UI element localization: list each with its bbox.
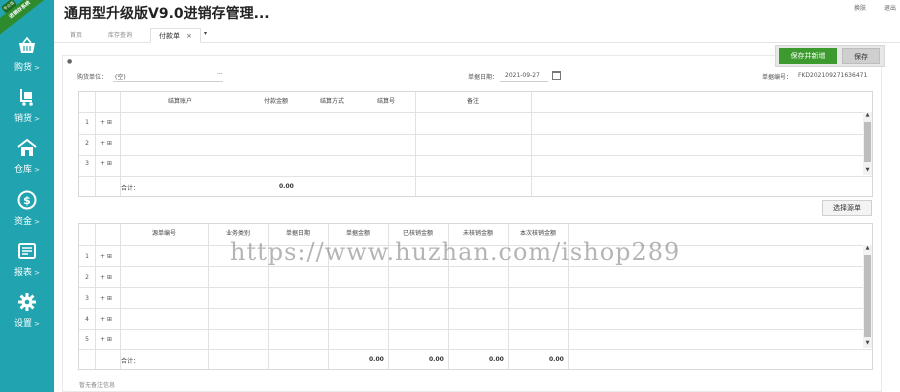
chevron-right-icon: > bbox=[34, 64, 40, 72]
tab-payment[interactable]: 付款单 × bbox=[150, 28, 201, 43]
col-remark: 备注 bbox=[466, 98, 479, 105]
scroll-up-icon[interactable]: ▲ bbox=[863, 112, 872, 118]
sum-outstanding: 0.00 bbox=[489, 356, 504, 363]
row-number: 2 bbox=[85, 140, 89, 147]
footer-note: 暂无备注信息 bbox=[79, 382, 116, 389]
sidebar-item-label: 购货 bbox=[14, 63, 33, 73]
date-field[interactable]: 2021-09-27 bbox=[505, 72, 540, 79]
sidebar-item-settings[interactable]: 设置 > bbox=[0, 292, 54, 342]
row-number: 4 bbox=[85, 316, 89, 323]
col-pay-amount: 付款金额 bbox=[263, 98, 288, 105]
panel-dot: ● bbox=[67, 58, 73, 65]
scrollbar[interactable]: ▲ ▼ bbox=[863, 245, 872, 348]
row-add-copy-icons[interactable]: + ⊞ bbox=[100, 274, 112, 281]
col-account: 结算账户 bbox=[167, 98, 192, 105]
chevron-right-icon: > bbox=[34, 166, 40, 174]
chevron-right-icon: > bbox=[34, 115, 40, 123]
scrollbar[interactable]: ▲ ▼ bbox=[863, 112, 872, 175]
scroll-thumb[interactable] bbox=[864, 122, 871, 162]
date-label: 单据日期： bbox=[468, 74, 499, 81]
chevron-right-icon: > bbox=[34, 320, 40, 328]
row-number: 3 bbox=[85, 160, 89, 167]
chevron-right-icon: > bbox=[34, 218, 40, 226]
sidebar: 进销存系统 专业版 购货 > 销货 > 仓库 > $ 资金 > 报表 > 设置 > bbox=[0, 0, 54, 392]
tab-home[interactable]: 首页 bbox=[62, 28, 90, 43]
sidebar-item-label: 仓库 bbox=[14, 165, 33, 175]
save-and-new-button[interactable]: 保存并新增 bbox=[779, 48, 837, 64]
logout-link[interactable]: 退出 bbox=[884, 5, 896, 12]
col-settle-method: 结算方式 bbox=[319, 98, 344, 105]
sum-written-off: 0.00 bbox=[429, 356, 444, 363]
cart-icon bbox=[20, 89, 33, 106]
tab-label: 付款单 bbox=[159, 32, 180, 40]
sum-this-writeoff: 0.00 bbox=[549, 356, 564, 363]
row-number: 2 bbox=[85, 274, 89, 281]
watermark: https://www.huzhan.com/ishop289 bbox=[230, 238, 681, 266]
select-source-bills-button[interactable]: 选择源单 bbox=[822, 200, 872, 216]
supplier-field[interactable]: (空) bbox=[115, 72, 126, 81]
chevron-right-icon: > bbox=[34, 269, 40, 277]
calendar-icon[interactable] bbox=[552, 71, 561, 80]
date-underline bbox=[500, 81, 548, 82]
sidebar-item-label: 报表 bbox=[14, 268, 33, 278]
tab-bar: 首页 库存查询 付款单 × ▾ bbox=[54, 26, 900, 43]
top-links: 换肤 退出 bbox=[838, 3, 896, 12]
sum-pay-amount: 0.00 bbox=[279, 183, 294, 190]
basket-icon bbox=[19, 36, 35, 53]
dollar-icon: $ bbox=[17, 190, 37, 210]
row-number: 5 bbox=[85, 336, 89, 343]
warehouse-icon bbox=[17, 138, 37, 156]
supplier-underline bbox=[113, 81, 223, 82]
scroll-down-icon[interactable]: ▼ bbox=[863, 167, 872, 173]
sidebar-item-label: 资金 bbox=[14, 217, 33, 227]
row-add-copy-icons[interactable]: + ⊞ bbox=[100, 119, 112, 126]
settle-table: 结算账户 付款金额 结算方式 结算号 备注 1 + ⊞ 2 + ⊞ 3 + ⊞ … bbox=[78, 91, 873, 197]
gear-icon bbox=[18, 293, 36, 311]
scroll-down-icon[interactable]: ▼ bbox=[863, 340, 872, 346]
doc-no-label: 单据编号： bbox=[762, 74, 793, 81]
col-source-no: 源单编号 bbox=[151, 230, 176, 237]
sidebar-item-funds[interactable]: $ 资金 > bbox=[0, 190, 54, 240]
col-settle-no: 结算号 bbox=[376, 98, 395, 105]
row-add-copy-icons[interactable]: + ⊞ bbox=[100, 295, 112, 302]
row-number: 1 bbox=[85, 119, 89, 126]
close-icon[interactable]: × bbox=[186, 32, 192, 40]
app-title: 通用型升级版V9.0进销存管理... bbox=[64, 6, 270, 22]
report-icon bbox=[18, 243, 36, 259]
sidebar-item-warehouse[interactable]: 仓库 > bbox=[0, 138, 54, 188]
sidebar-item-label: 设置 bbox=[14, 319, 33, 329]
chevron-down-icon[interactable]: ▾ bbox=[204, 30, 207, 37]
row-add-copy-icons[interactable]: + ⊞ bbox=[100, 336, 112, 343]
skin-link[interactable]: 换肤 bbox=[854, 5, 866, 12]
row-add-copy-icons[interactable]: + ⊞ bbox=[100, 316, 112, 323]
sidebar-item-purchase[interactable]: 购货 > bbox=[0, 36, 54, 86]
save-button[interactable]: 保存 bbox=[842, 48, 880, 64]
scroll-up-icon[interactable]: ▲ bbox=[863, 245, 872, 251]
supplier-more-button[interactable]: ··· bbox=[217, 71, 223, 78]
scroll-thumb[interactable] bbox=[864, 255, 871, 337]
supplier-label: 购货单位： bbox=[77, 74, 108, 81]
tab-inventory-query[interactable]: 库存查询 bbox=[100, 28, 140, 43]
sidebar-item-sales[interactable]: 销货 > bbox=[0, 87, 54, 137]
doc-no-value: FKD202109271636471 bbox=[798, 72, 868, 79]
sum-label: 合计： bbox=[121, 358, 140, 365]
row-add-copy-icons[interactable]: + ⊞ bbox=[100, 160, 112, 167]
sidebar-item-label: 销货 bbox=[14, 114, 33, 124]
row-add-copy-icons[interactable]: + ⊞ bbox=[100, 140, 112, 147]
row-add-copy-icons[interactable]: + ⊞ bbox=[100, 253, 112, 260]
sum-doc-amount: 0.00 bbox=[369, 356, 384, 363]
sidebar-item-reports[interactable]: 报表 > bbox=[0, 241, 54, 291]
svg-text:$: $ bbox=[23, 194, 31, 207]
sum-label: 合计： bbox=[121, 185, 140, 192]
row-number: 1 bbox=[85, 253, 89, 260]
row-number: 3 bbox=[85, 295, 89, 302]
